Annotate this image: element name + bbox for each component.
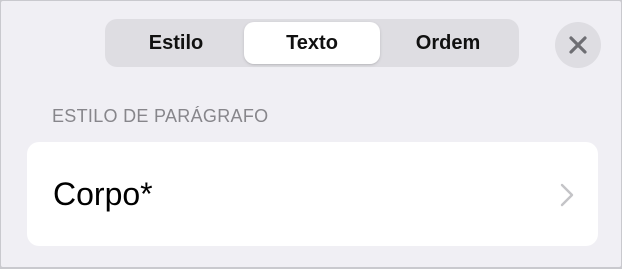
chevron-right-icon [560,183,574,207]
tab-estilo[interactable]: Estilo [108,22,244,64]
text-format-panel: Estilo Texto Ordem ESTILO DE PARÁGRAFO C… [1,1,621,267]
tab-ordem[interactable]: Ordem [380,22,516,64]
paragraph-style-value: Corpo* [53,175,153,212]
paragraph-style-header: ESTILO DE PARÁGRAFO [52,106,269,126]
close-icon [569,36,587,54]
format-tab-control: Estilo Texto Ordem [105,19,519,67]
close-button[interactable] [555,22,601,68]
paragraph-style-row[interactable]: Corpo* [27,142,598,246]
tab-texto[interactable]: Texto [244,22,380,64]
